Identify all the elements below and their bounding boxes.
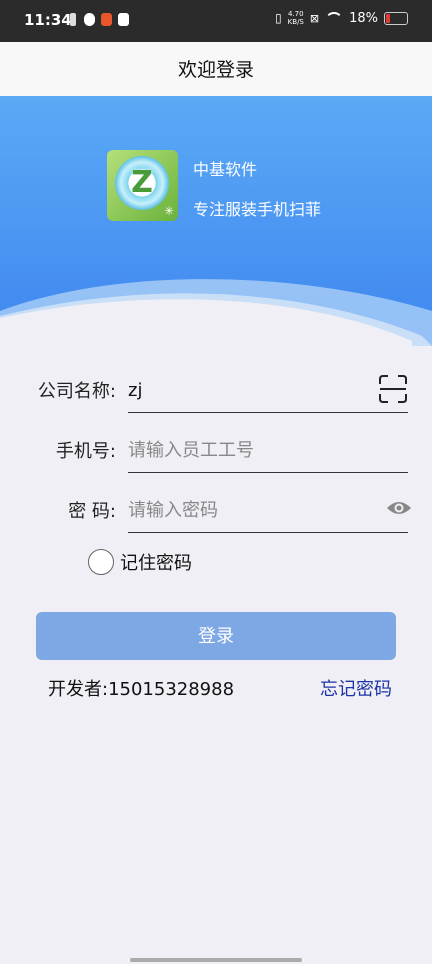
home-indicator[interactable] xyxy=(130,958,302,962)
password-label: 密 码: xyxy=(68,501,116,522)
remember-radio[interactable] xyxy=(88,549,114,575)
title-bar: 欢迎登录 xyxy=(0,42,432,98)
developer-info: 开发者:15015328988 xyxy=(48,679,235,700)
battery-icon xyxy=(384,11,408,25)
password-field xyxy=(128,488,411,533)
phone-row: 手机号: xyxy=(0,420,432,480)
status-time: 11:34 xyxy=(24,11,72,29)
app-badge-icon xyxy=(101,13,112,26)
phone-input[interactable] xyxy=(128,434,368,466)
forgot-password-link[interactable]: 忘记密码 xyxy=(320,675,392,701)
company-name: 中基软件 xyxy=(193,160,258,179)
notification-icons xyxy=(70,13,129,26)
remember-label: 记住密码 xyxy=(120,553,192,574)
network-speed: 4.70 KB/S xyxy=(288,10,304,26)
page-title: 欢迎登录 xyxy=(177,59,254,81)
vibrate-icon: ▯ xyxy=(275,11,282,25)
status-bar: 11:34 ▯ 4.70 KB/S ⊠ 18% xyxy=(0,0,432,42)
eye-icon[interactable] xyxy=(386,498,412,518)
password-input[interactable] xyxy=(128,494,368,526)
app-notification-icon xyxy=(84,13,95,26)
logo-letter: Z xyxy=(131,165,153,200)
hero-banner: Z ✳ 中基软件 专注服装手机扫菲 xyxy=(0,96,432,346)
company-slogan: 专注服装手机扫菲 xyxy=(193,200,322,219)
company-row: 公司名称: xyxy=(0,360,432,420)
password-row: 密 码: xyxy=(0,480,432,540)
network-speed-value: 4.70 xyxy=(287,10,304,18)
hero-background xyxy=(0,96,432,346)
app-logo: Z ✳ xyxy=(107,150,178,221)
status-right: ▯ 4.70 KB/S ⊠ 18% xyxy=(275,10,408,26)
no-sim-icon: ⊠ xyxy=(309,11,320,25)
sparkle-icon: ✳ xyxy=(163,204,174,218)
sim-icon xyxy=(70,13,76,26)
company-label: 公司名称: xyxy=(37,381,116,402)
battery-percent: 18% xyxy=(349,10,378,26)
mail-icon xyxy=(118,13,129,26)
company-input[interactable] xyxy=(128,374,368,406)
scan-icon[interactable] xyxy=(378,374,408,404)
network-speed-unit: KB/S xyxy=(287,18,304,26)
phone-field xyxy=(128,428,408,473)
company-field xyxy=(128,368,408,413)
phone-label: 手机号: xyxy=(55,441,116,462)
login-button[interactable]: 登录 xyxy=(36,612,396,660)
wifi-icon xyxy=(325,12,344,24)
remember-password[interactable]: 记住密码 xyxy=(88,548,192,576)
